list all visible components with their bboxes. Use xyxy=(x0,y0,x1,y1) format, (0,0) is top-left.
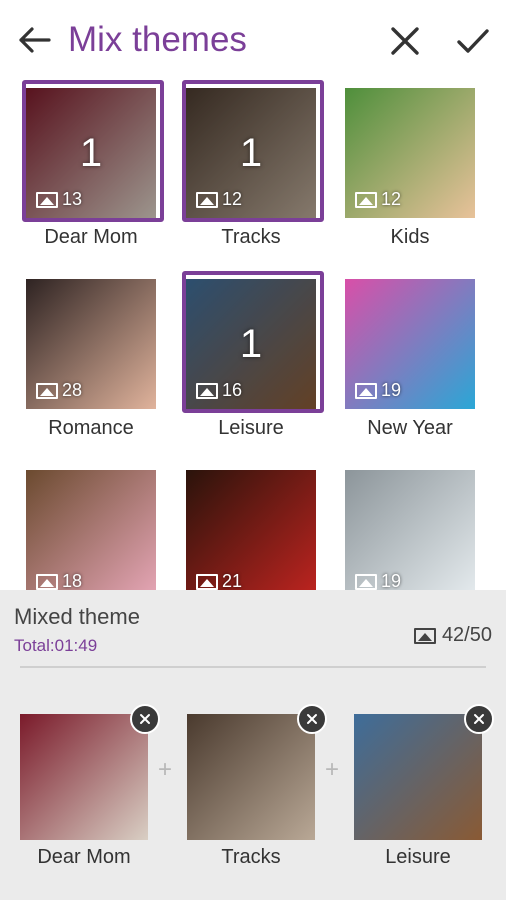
image-icon xyxy=(196,191,218,208)
close-icon xyxy=(474,714,484,724)
image-icon xyxy=(36,573,58,590)
theme-thumbnail: 19 xyxy=(345,470,475,590)
photo-count: 13 xyxy=(36,189,82,210)
photo-count: 28 xyxy=(36,380,82,401)
mixed-theme-title: Mixed theme xyxy=(14,604,140,629)
image-icon xyxy=(413,627,436,644)
mixed-item-thumbnail xyxy=(354,714,482,840)
theme-label: Dear Mom xyxy=(44,226,138,248)
theme-label: Kids xyxy=(390,226,430,248)
theme-grid: 1 13 Dear Mom 1 12 Tracks 12 Kids 28 Romance 1 16 Le… xyxy=(0,80,506,590)
image-icon xyxy=(196,573,218,590)
photo-count-value: 21 xyxy=(222,571,243,590)
back-button[interactable] xyxy=(14,22,54,58)
plus-separator: + xyxy=(325,756,340,783)
check-icon xyxy=(457,29,489,53)
mixed-item[interactable]: Dear Mom xyxy=(20,704,160,868)
remove-item-button[interactable] xyxy=(464,704,494,734)
remove-item-button[interactable] xyxy=(130,704,160,734)
photo-count-value: 42/50 xyxy=(441,624,492,646)
mixed-theme-panel: Mixed theme Total:01:49 42/50 Dear Mom + T… xyxy=(0,590,506,900)
close-icon xyxy=(140,714,150,724)
image-icon xyxy=(355,382,377,399)
image-icon xyxy=(355,191,377,208)
mixed-item-label: Leisure xyxy=(385,846,451,868)
mixed-item-thumbnail xyxy=(20,714,148,840)
photo-count: 12 xyxy=(355,189,401,210)
theme-thumbnail: 12 xyxy=(345,88,475,218)
theme-thumbnail: 18 xyxy=(26,470,156,590)
image-icon xyxy=(355,573,377,590)
image-icon xyxy=(36,382,58,399)
mixed-item[interactable]: Leisure xyxy=(354,704,494,868)
image-icon xyxy=(36,191,58,208)
theme-label: Leisure xyxy=(218,417,284,439)
cancel-button[interactable] xyxy=(384,20,426,62)
page-title: Mix themes xyxy=(68,20,247,59)
photo-count: 19 xyxy=(355,380,401,401)
theme-thumbnail: 1 13 xyxy=(26,88,156,218)
photo-count-value: 28 xyxy=(62,380,83,400)
confirm-button[interactable] xyxy=(450,20,496,62)
theme-label: Romance xyxy=(48,417,134,439)
photo-count: 42/50 xyxy=(413,624,492,647)
photo-count: 21 xyxy=(196,571,242,590)
photo-count: 16 xyxy=(196,380,242,401)
arrow-left-icon xyxy=(19,27,51,53)
app-header: Mix themes xyxy=(0,0,506,80)
theme-thumbnail: 21 xyxy=(186,470,316,590)
photo-count-value: 19 xyxy=(381,380,402,400)
mixed-item-thumbnail xyxy=(187,714,315,840)
theme-thumbnail: 1 16 xyxy=(186,279,316,409)
theme-label: Tracks xyxy=(221,226,281,248)
mixed-item-label: Tracks xyxy=(221,846,281,868)
photo-count-value: 13 xyxy=(62,189,83,209)
divider xyxy=(20,666,486,668)
image-icon xyxy=(196,382,218,399)
close-icon xyxy=(391,27,419,55)
close-icon xyxy=(307,714,317,724)
photo-count-value: 16 xyxy=(222,380,243,400)
photo-count: 12 xyxy=(196,189,242,210)
theme-thumbnail: 1 12 xyxy=(186,88,316,218)
theme-thumbnail: 28 xyxy=(26,279,156,409)
mixed-theme-total: Total:01:49 xyxy=(14,636,98,655)
remove-item-button[interactable] xyxy=(297,704,327,734)
mixed-item[interactable]: Tracks xyxy=(187,704,327,868)
photo-count-value: 12 xyxy=(381,189,402,209)
theme-thumbnail: 19 xyxy=(345,279,475,409)
photo-count-value: 12 xyxy=(222,189,243,209)
photo-count: 18 xyxy=(36,571,82,590)
photo-count-value: 18 xyxy=(62,571,83,590)
theme-label: New Year xyxy=(367,417,453,439)
photo-count-value: 19 xyxy=(381,571,402,590)
photo-count: 19 xyxy=(355,571,401,590)
mixed-item-label: Dear Mom xyxy=(37,846,131,868)
plus-separator: + xyxy=(158,756,173,783)
